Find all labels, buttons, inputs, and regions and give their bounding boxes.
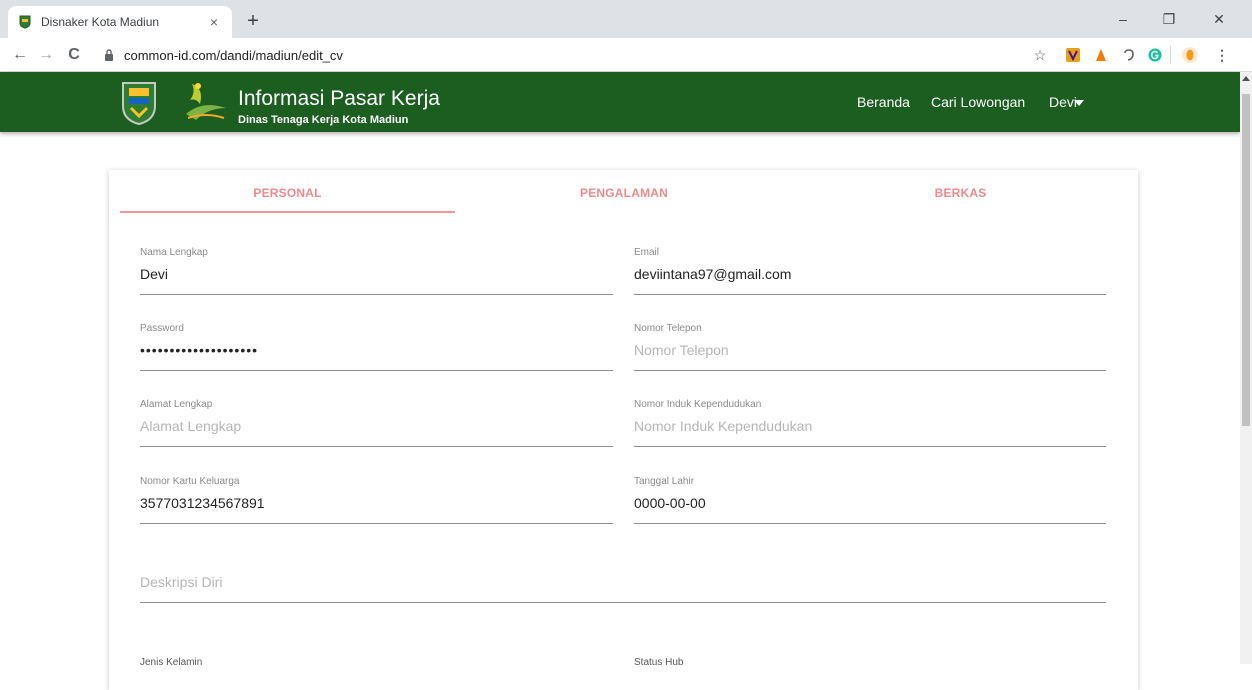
toolbar-divider bbox=[1170, 46, 1171, 64]
grammarly-icon[interactable] bbox=[1145, 46, 1165, 64]
extension-swirl-icon[interactable] bbox=[1119, 46, 1139, 64]
full-name-field: Nama Lengkap bbox=[140, 247, 613, 295]
new-tab-button[interactable]: + bbox=[240, 9, 266, 35]
address-bar[interactable]: common-id.com/dandi/madiun/edit_cv bbox=[104, 44, 1044, 66]
nik-field: Nomor Induk Kependudukan bbox=[634, 399, 1106, 447]
description-field bbox=[140, 553, 1106, 603]
site-header: Informasi Pasar Kerja Dinas Tenaga Kerja… bbox=[0, 72, 1240, 132]
extension-cone-icon[interactable] bbox=[1091, 46, 1111, 64]
chevron-down-icon[interactable] bbox=[1074, 100, 1084, 106]
birth-date-field: Tanggal Lahir bbox=[634, 476, 1106, 524]
bookmark-star-icon[interactable]: ☆ bbox=[1030, 46, 1050, 64]
site-title[interactable]: Informasi Pasar Kerja bbox=[238, 87, 440, 111]
nav-cari-lowongan[interactable]: Cari Lowongan bbox=[931, 94, 1025, 110]
close-window-button[interactable]: ✕ bbox=[1196, 8, 1242, 30]
nik-input[interactable] bbox=[634, 418, 1106, 434]
disnaker-leaf-logo[interactable] bbox=[182, 78, 228, 126]
extension-v-icon[interactable] bbox=[1063, 46, 1083, 64]
email-label: Email bbox=[634, 247, 660, 258]
restore-button[interactable]: ❐ bbox=[1146, 8, 1192, 30]
forward-button[interactable]: → bbox=[34, 43, 58, 67]
tab-close-icon[interactable]: × bbox=[206, 14, 222, 30]
browser-toolbar: ← → C common-id.com/dandi/madiun/edit_cv… bbox=[0, 38, 1252, 72]
lock-icon bbox=[105, 49, 113, 61]
city-crest-logo[interactable] bbox=[119, 80, 159, 126]
reload-button[interactable]: C bbox=[62, 43, 86, 67]
full-name-label: Nama Lengkap bbox=[140, 247, 208, 258]
user-menu[interactable]: Devi bbox=[1049, 94, 1077, 110]
status-label: Status Hub bbox=[634, 657, 684, 668]
birth-date-label: Tanggal Lahir bbox=[634, 476, 695, 487]
address-field: Alamat Lengkap bbox=[140, 399, 613, 447]
password-field: Password bbox=[140, 323, 613, 371]
email-field: Email bbox=[634, 247, 1106, 295]
tab-title: Disnaker Kota Madiun bbox=[41, 15, 160, 29]
nav-beranda[interactable]: Beranda bbox=[857, 94, 910, 110]
gender-label: Jenis Kelamin bbox=[140, 657, 203, 668]
birth-date-input[interactable] bbox=[634, 495, 1106, 511]
scrollbar-thumb[interactable] bbox=[1242, 94, 1250, 426]
email-input[interactable] bbox=[634, 266, 1106, 282]
description-input[interactable] bbox=[140, 574, 1106, 590]
minimize-button[interactable]: – bbox=[1100, 8, 1146, 30]
kk-field: Nomor Kartu Keluarga bbox=[140, 476, 613, 524]
address-input[interactable] bbox=[140, 418, 613, 434]
active-tab-indicator bbox=[120, 211, 455, 213]
address-label: Alamat Lengkap bbox=[140, 399, 213, 410]
scroll-up-arrow-icon[interactable] bbox=[1242, 76, 1250, 81]
profile-avatar-icon[interactable] bbox=[1180, 46, 1200, 64]
nik-label: Nomor Induk Kependudukan bbox=[634, 399, 762, 410]
url-text: common-id.com/dandi/madiun/edit_cv bbox=[124, 47, 343, 63]
tab-pengalaman[interactable]: PENGALAMAN bbox=[455, 186, 793, 200]
full-name-input[interactable] bbox=[140, 266, 613, 282]
browser-tab[interactable]: Disnaker Kota Madiun × bbox=[8, 6, 232, 38]
edit-cv-card: PERSONAL PENGALAMAN BERKAS Nama Lengkap … bbox=[109, 170, 1138, 690]
phone-input[interactable] bbox=[634, 342, 1106, 358]
tab-berkas[interactable]: BERKAS bbox=[793, 186, 1128, 200]
kk-input[interactable] bbox=[140, 495, 613, 511]
back-button[interactable]: ← bbox=[8, 43, 32, 67]
password-label: Password bbox=[140, 323, 184, 334]
password-input[interactable] bbox=[140, 342, 613, 358]
tab-personal[interactable]: PERSONAL bbox=[120, 186, 455, 200]
browser-menu-icon[interactable]: ⋮ bbox=[1212, 46, 1232, 64]
phone-field: Nomor Telepon bbox=[634, 323, 1106, 371]
browser-tab-strip: Disnaker Kota Madiun × + – ❐ ✕ bbox=[0, 0, 1252, 38]
site-favicon-icon bbox=[18, 15, 32, 29]
phone-label: Nomor Telepon bbox=[634, 323, 702, 334]
site-subtitle: Dinas Tenaga Kerja Kota Madiun bbox=[238, 114, 409, 126]
kk-label: Nomor Kartu Keluarga bbox=[140, 476, 240, 487]
cv-tabs: PERSONAL PENGALAMAN BERKAS bbox=[109, 170, 1138, 214]
